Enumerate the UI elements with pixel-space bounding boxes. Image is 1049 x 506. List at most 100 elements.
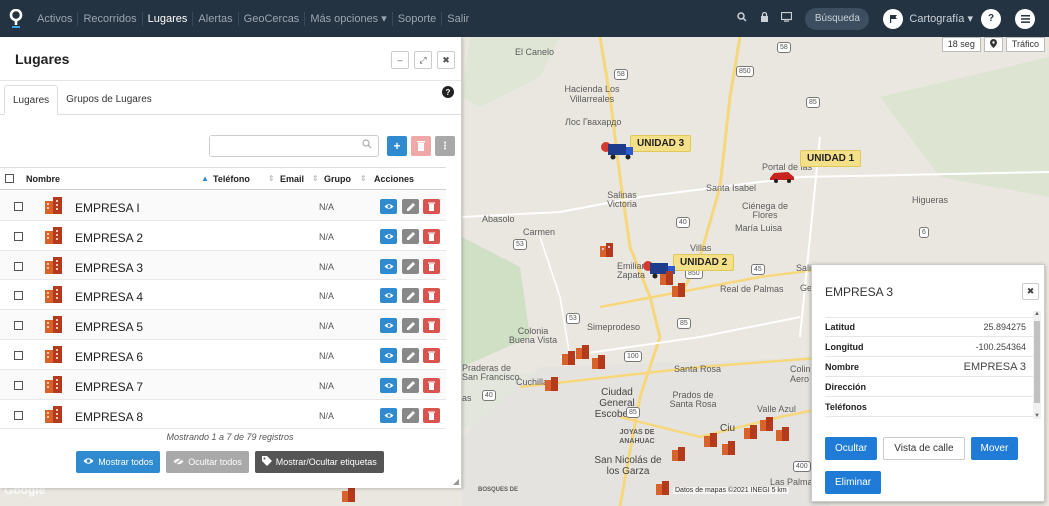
delete-place-button[interactable] xyxy=(423,288,440,304)
tab-lugares[interactable]: Lugares xyxy=(4,85,59,115)
traffic-toggle[interactable]: Tráfico xyxy=(1005,37,1045,52)
search-icon[interactable] xyxy=(731,12,753,25)
delete-place-button[interactable] xyxy=(423,318,440,334)
scroll-thumb[interactable] xyxy=(1034,321,1040,403)
delete-place-button[interactable] xyxy=(423,348,440,363)
search-input[interactable] xyxy=(210,136,360,156)
close-icon[interactable]: ✖ xyxy=(1022,283,1039,300)
table-row[interactable]: EMPRESA 8 N/A xyxy=(0,400,446,430)
row-checkbox[interactable] xyxy=(14,261,23,271)
place-marker-icon[interactable] xyxy=(776,427,789,441)
nav-alertas[interactable]: Alertas xyxy=(193,11,239,26)
nav-mas-opciones[interactable]: Más opciones ▾ xyxy=(305,11,393,26)
refresh-timer[interactable]: 18 seg xyxy=(941,37,981,52)
place-marker-icon[interactable] xyxy=(592,355,605,369)
sort-icon[interactable]: ⇕ xyxy=(360,174,367,183)
column-header-email[interactable]: Email xyxy=(280,174,304,184)
table-row[interactable]: EMPRESA 7 N/A xyxy=(0,369,446,400)
search-button[interactable]: Búsqueda xyxy=(805,7,870,30)
sort-asc-icon[interactable]: ▲ xyxy=(201,174,209,183)
hide-all-button[interactable]: Ocultar todos xyxy=(166,451,249,473)
table-row[interactable]: EMPRESA I N/A xyxy=(0,191,446,221)
monitor-icon[interactable] xyxy=(775,11,797,25)
close-icon[interactable]: ✖ xyxy=(437,51,455,69)
more-options-icon[interactable]: ⋮ xyxy=(435,136,455,156)
help-icon[interactable]: ? xyxy=(981,8,1001,29)
user-menu-icon[interactable] xyxy=(1015,8,1035,29)
place-marker-icon[interactable] xyxy=(744,425,757,439)
place-marker-icon[interactable] xyxy=(704,433,717,447)
truck-icon[interactable] xyxy=(600,140,634,160)
place-marker-icon[interactable] xyxy=(342,488,355,502)
view-place-button[interactable] xyxy=(380,228,397,244)
table-row[interactable]: EMPRESA 3 N/A xyxy=(0,250,446,281)
unit-label[interactable]: UNIDAD 1 xyxy=(800,150,862,167)
lock-icon[interactable] xyxy=(753,11,775,25)
cartography-dropdown[interactable]: Cartografía ▾ xyxy=(909,12,973,25)
edit-place-button[interactable] xyxy=(402,258,419,274)
edit-place-button[interactable] xyxy=(402,199,419,214)
minimize-button[interactable]: – xyxy=(391,51,409,69)
nav-soporte[interactable]: Soporte xyxy=(393,11,443,26)
add-place-button[interactable]: + xyxy=(387,136,407,156)
view-place-button[interactable] xyxy=(380,288,397,304)
scroll-down-icon[interactable]: ▼ xyxy=(1033,413,1041,419)
place-marker-icon[interactable] xyxy=(722,441,735,455)
nav-lugares[interactable]: Lugares xyxy=(143,11,194,26)
unit-label[interactable]: UNIDAD 2 xyxy=(673,254,735,271)
nav-recorridos[interactable]: Recorridos xyxy=(78,11,143,26)
view-place-button[interactable] xyxy=(380,258,397,274)
unit-label[interactable]: UNIDAD 3 xyxy=(630,135,692,152)
table-row[interactable]: EMPRESA 4 N/A xyxy=(0,280,446,311)
column-header-name[interactable]: Nombre xyxy=(26,174,60,184)
hide-place-button[interactable]: Ocultar xyxy=(825,437,878,460)
view-place-button[interactable] xyxy=(380,318,397,334)
location-pin-icon[interactable] xyxy=(983,37,1003,52)
row-checkbox[interactable] xyxy=(14,231,23,241)
edit-place-button[interactable] xyxy=(402,377,419,393)
car-icon[interactable] xyxy=(768,169,796,183)
row-checkbox[interactable] xyxy=(14,410,23,420)
toggle-tags-button[interactable]: Mostrar/Ocultar etiquetas xyxy=(254,451,384,473)
app-logo-icon[interactable] xyxy=(0,0,32,37)
help-icon[interactable]: ? xyxy=(442,86,454,98)
show-all-button[interactable]: Mostrar todos xyxy=(76,451,161,473)
place-marker-icon[interactable] xyxy=(672,283,685,297)
place-marker-icon[interactable] xyxy=(545,377,558,391)
place-marker-icon[interactable] xyxy=(656,481,669,495)
table-row[interactable]: EMPRESA 5 N/A xyxy=(0,310,446,340)
table-row[interactable]: EMPRESA 2 N/A xyxy=(0,221,446,251)
place-marker-icon[interactable] xyxy=(660,271,673,285)
sort-icon[interactable]: ⇕ xyxy=(312,174,319,183)
row-checkbox[interactable] xyxy=(14,321,23,331)
place-marker-icon[interactable] xyxy=(672,447,685,461)
table-row[interactable]: EMPRESA 6 N/A xyxy=(0,340,446,370)
row-checkbox[interactable] xyxy=(14,202,23,211)
tab-grupos-de-lugares[interactable]: Grupos de Lugares xyxy=(58,84,160,114)
place-marker-icon[interactable] xyxy=(600,243,613,257)
edit-place-button[interactable] xyxy=(402,407,419,423)
delete-place-button[interactable] xyxy=(423,228,440,244)
column-header-phone[interactable]: Teléfono xyxy=(213,174,250,184)
sort-icon[interactable]: ⇕ xyxy=(268,174,275,183)
edit-place-button[interactable] xyxy=(402,348,419,363)
view-place-button[interactable] xyxy=(380,377,397,393)
place-marker-icon[interactable] xyxy=(562,351,575,365)
nav-geocercas[interactable]: GeoCercas xyxy=(239,11,306,26)
delete-place-button[interactable]: Eliminar xyxy=(825,471,882,494)
row-checkbox[interactable] xyxy=(14,351,23,360)
edit-place-button[interactable] xyxy=(402,318,419,334)
popup-scrollbar[interactable]: ▲ ▼ xyxy=(1033,311,1041,419)
delete-place-button[interactable] xyxy=(423,377,440,393)
resize-handle-icon[interactable]: ◢ xyxy=(453,477,459,486)
delete-place-button[interactable] xyxy=(423,407,440,423)
row-checkbox[interactable] xyxy=(14,291,23,301)
view-place-button[interactable] xyxy=(380,407,397,423)
place-marker-icon[interactable] xyxy=(576,345,589,359)
move-place-button[interactable]: Mover xyxy=(970,437,1019,460)
view-place-button[interactable] xyxy=(380,199,397,214)
delete-place-button[interactable] xyxy=(423,258,440,274)
row-checkbox[interactable] xyxy=(14,380,23,390)
edit-place-button[interactable] xyxy=(402,288,419,304)
nav-activos[interactable]: Activos xyxy=(32,11,79,26)
